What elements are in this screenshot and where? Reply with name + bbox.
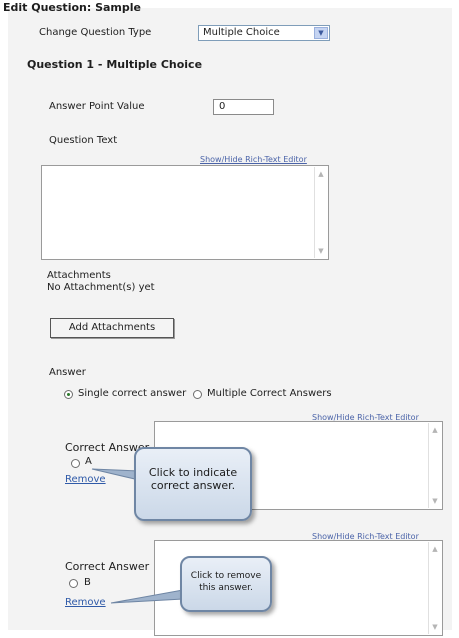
callout-indicate-text: Click to indicate correct answer. bbox=[148, 466, 238, 492]
callout-pointer-remove bbox=[110, 589, 184, 604]
callout-indicate-answer: Click to indicate correct answer. bbox=[134, 447, 252, 521]
callout-remove-text: Click to remove this answer. bbox=[190, 571, 262, 593]
callout-pointer-indicate bbox=[91, 468, 140, 481]
callout-pointers bbox=[91, 468, 184, 604]
callout-remove-answer: Click to remove this answer. bbox=[180, 556, 272, 612]
